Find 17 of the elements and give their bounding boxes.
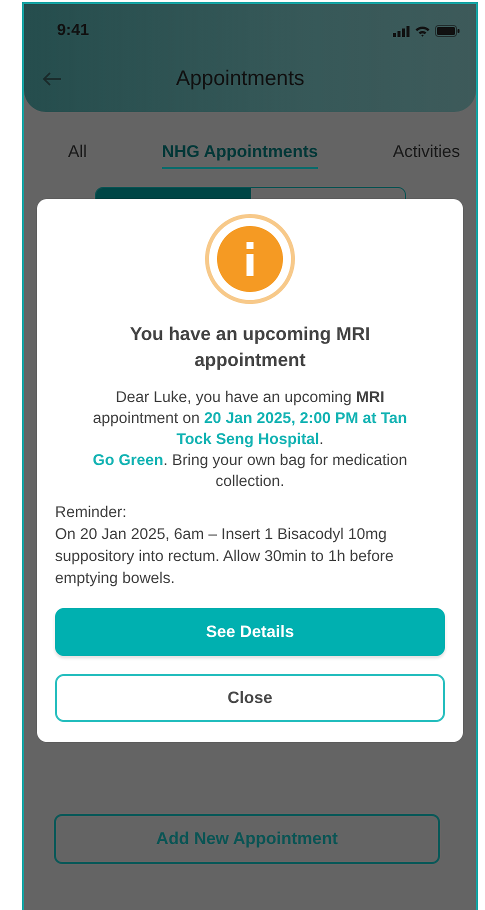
reminder-text: On 20 Jan 2025, 6am – Insert 1 Bisacodyl 10mg suppository into rectum. Allow 30min to 1h before emptying bowels. [55, 525, 395, 589]
screen-title: Appointments [176, 67, 304, 91]
close-button[interactable]: Close [55, 674, 445, 722]
wifi-icon [415, 26, 430, 36]
tab[interactable]: Activities [392, 142, 460, 169]
dialog-title: You have an upcoming MRI appointment [128, 322, 372, 372]
dialog-message: Go Green. Bring your own bag for medication collection. [92, 451, 408, 492]
see-details-button[interactable]: See Details [55, 608, 445, 656]
tab[interactable]: NHG Appointments [162, 142, 318, 169]
battery-icon [435, 25, 460, 37]
status-time: 9:41 [57, 22, 90, 40]
info-icon [204, 213, 296, 305]
dialog-message: Dear Luke, you have an upcoming MRI appointment on 20 Jan 2025, 2:00 PM at Tan Tock Seng Hospital. [92, 388, 408, 450]
signal-icon [393, 26, 410, 36]
back-arrow-icon[interactable] [42, 71, 62, 87]
tab[interactable]: All [68, 142, 87, 169]
reminder-label: Reminder: [55, 503, 128, 523]
